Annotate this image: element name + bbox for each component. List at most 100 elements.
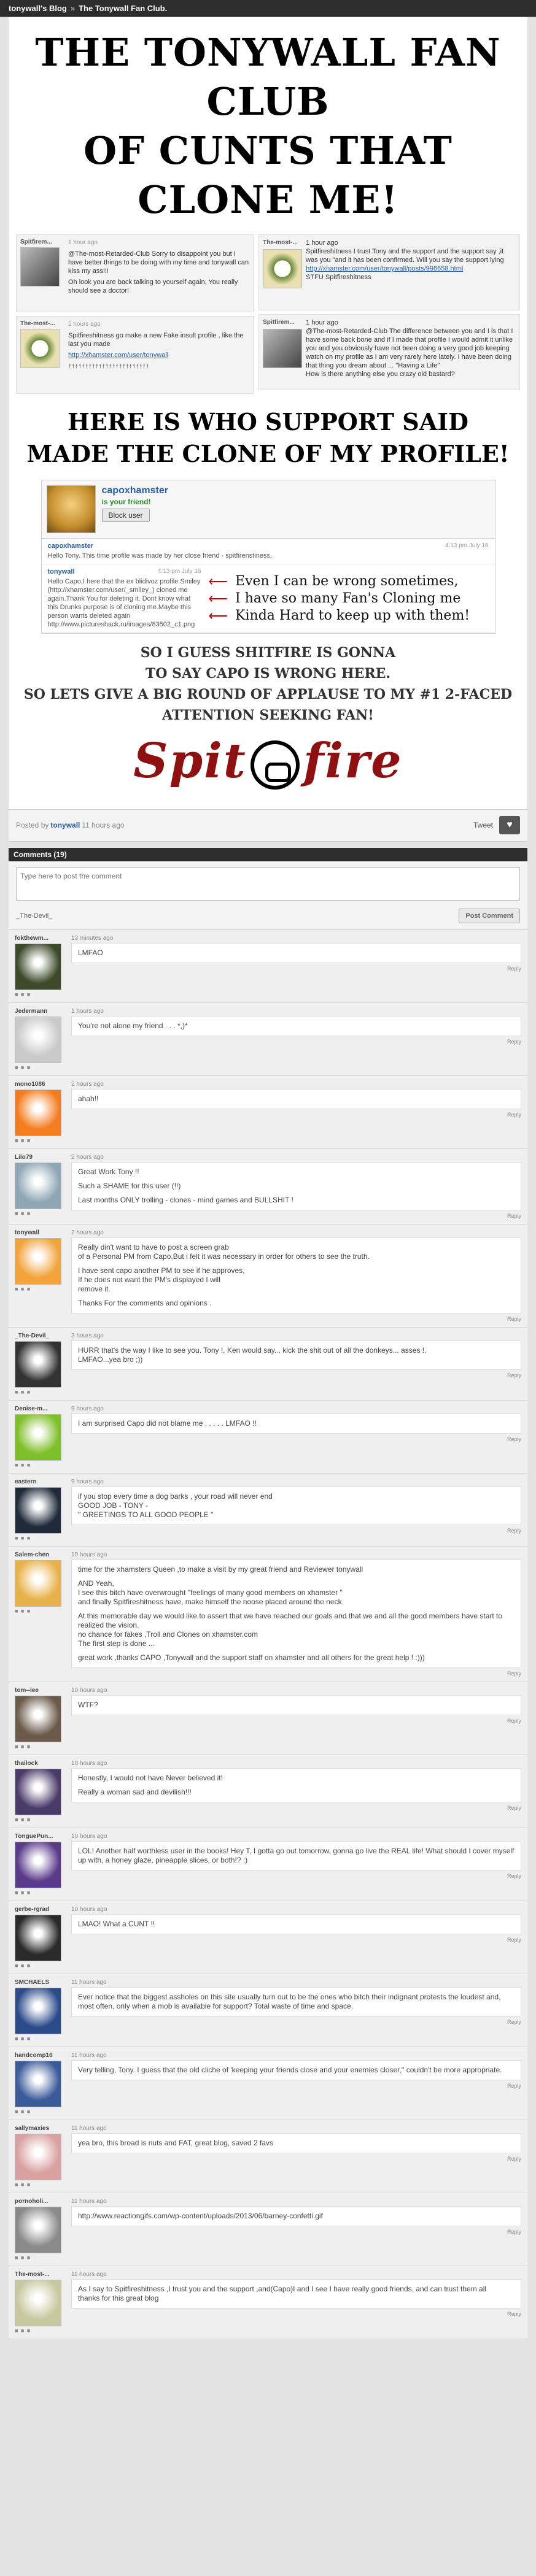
reply-link[interactable]: Reply — [71, 1671, 521, 1677]
comment-username[interactable]: SMCHAELS — [15, 1979, 64, 1986]
comment-avatar[interactable]: Denise-m... ■ ■ ■ — [15, 1405, 64, 1468]
comment-username[interactable]: Salem-chen — [15, 1551, 64, 1558]
comment-username[interactable]: Jedermann — [15, 1008, 64, 1015]
comment-line: If he does not want the PM's displayed I… — [78, 1275, 220, 1284]
comment-text: yea bro, this broad is nuts and FAT, gre… — [71, 2132, 521, 2153]
avatar-image[interactable] — [15, 1914, 61, 1961]
avatar-image[interactable] — [15, 1987, 61, 2034]
reply-link[interactable]: Reply — [71, 1528, 521, 1534]
reply-link[interactable]: Reply — [71, 1372, 521, 1378]
comment-username[interactable]: pornoholi... — [15, 2198, 64, 2205]
comment-avatar[interactable]: SMCHAELS ■ ■ ■ — [15, 1979, 64, 2042]
avatar-image[interactable] — [15, 2060, 61, 2107]
comment-avatar[interactable]: _The-Devil_ ■ ■ ■ — [15, 1332, 64, 1395]
snip-time: 2 hours ago — [68, 321, 101, 328]
comment-avatar[interactable]: Salem-chen ■ ■ ■ — [15, 1551, 64, 1677]
comment-username[interactable]: gerbe-rgrad — [15, 1906, 64, 1913]
comment-avatar[interactable]: handcomp16 ■ ■ ■ — [15, 2052, 64, 2115]
avatar-image[interactable] — [15, 1841, 61, 1888]
comment-avatar[interactable]: mono1086 ■ ■ ■ — [15, 1081, 64, 1144]
comment-username[interactable]: tom--lee — [15, 1687, 64, 1694]
comment-username[interactable]: eastern — [15, 1478, 64, 1485]
snip-avatar: The-most-... — [263, 239, 303, 306]
avatar-image[interactable] — [15, 1162, 61, 1209]
blog-link[interactable]: tonywall's Blog — [9, 4, 67, 13]
comment-username[interactable]: fokthewm... — [15, 935, 64, 942]
reply-link[interactable]: Reply — [71, 1805, 521, 1811]
comment-avatar[interactable]: tom--lee ■ ■ ■ — [15, 1687, 64, 1750]
comment-input[interactable] — [16, 867, 520, 901]
reply-link[interactable]: Reply — [71, 2083, 521, 2089]
reply-link[interactable]: Reply — [71, 1873, 521, 1879]
avatar-image[interactable] — [15, 1016, 61, 1063]
comment-username[interactable]: Lilo79 — [15, 1154, 64, 1161]
comment-avatar[interactable]: The-most-... ■ ■ ■ — [15, 2271, 64, 2334]
reply-link[interactable]: Reply — [71, 1937, 521, 1943]
reply-link[interactable]: Reply — [71, 1718, 521, 1724]
reply-link[interactable]: Reply — [71, 1436, 521, 1442]
comment-username[interactable]: The-most-... — [15, 2271, 64, 2278]
comment-avatar[interactable]: pornoholi... ■ ■ ■ — [15, 2198, 64, 2261]
avatar-image[interactable] — [15, 2206, 61, 2253]
avatar-image[interactable] — [15, 1413, 61, 1461]
avatar-image[interactable] — [15, 1559, 61, 1607]
tweet-button[interactable]: Tweet — [473, 821, 493, 829]
comment-avatar[interactable]: sallymaxies ■ ■ ■ — [15, 2125, 64, 2188]
comment-username[interactable]: Denise-m... — [15, 1405, 64, 1412]
reply-link[interactable]: Reply — [71, 966, 521, 972]
reply-link[interactable]: Reply — [71, 1316, 521, 1322]
comment-avatar[interactable]: tonywall ■ ■ ■ — [15, 1229, 64, 1322]
avatar-image[interactable] — [15, 2279, 61, 2326]
comment-username[interactable]: mono1086 — [15, 1081, 64, 1088]
comment-avatar[interactable]: Jedermann ■ ■ ■ — [15, 1008, 64, 1071]
comment-avatar[interactable]: eastern ■ ■ ■ — [15, 1478, 64, 1541]
snip-text: ↑↑↑↑↑↑↑↑↑↑↑↑↑↑↑↑↑↑↑↑↑↑↑↑ — [68, 363, 149, 370]
comment: The-most-... ■ ■ ■ 11 hours ago As I say to… — [9, 2266, 527, 2339]
avatar-image[interactable] — [15, 943, 61, 990]
heart-icon[interactable]: ♥ — [499, 816, 520, 834]
comment-username[interactable]: handcomp16 — [15, 2052, 64, 2059]
comment-username[interactable]: tonywall — [15, 1229, 64, 1236]
comment-line — [78, 1191, 515, 1196]
comment-avatar[interactable]: TonguePun... ■ ■ ■ — [15, 1833, 64, 1896]
comment-screenshot-row: Spitfirem... 1 hour ago @The-most-Retard… — [16, 234, 520, 394]
reply-link[interactable]: Reply — [71, 1112, 521, 1118]
comment-time: 11 hours ago — [71, 2124, 107, 2132]
closing-line: SO I GUESS SHITFIRE IS GONNA — [140, 645, 396, 661]
avatar-image[interactable] — [15, 1695, 61, 1742]
avatar-image[interactable] — [15, 1237, 61, 1285]
avatar-image[interactable] — [15, 1340, 61, 1388]
reply-link[interactable]: Reply — [71, 2311, 521, 2317]
comment-text: LOL! Another half worthless user in the … — [71, 1840, 521, 1870]
reply-link[interactable]: Reply — [71, 2156, 521, 2162]
reply-link[interactable]: Reply — [71, 2229, 521, 2235]
block-user-button: Block user — [101, 509, 150, 522]
comment-avatar[interactable]: Lilo79 ■ ■ ■ — [15, 1154, 64, 1219]
reply-link[interactable]: Reply — [71, 1039, 521, 1045]
comment-line: I see this bitch have overwrought "feeli… — [78, 1588, 343, 1597]
comment-avatar[interactable]: gerbe-rgrad ■ ■ ■ — [15, 1906, 64, 1969]
reply-link[interactable]: Reply — [71, 1213, 521, 1219]
avatar-image[interactable] — [15, 1768, 61, 1815]
comment: Denise-m... ■ ■ ■ 9 hours ago I am surprise… — [9, 1400, 527, 1474]
avatar-image[interactable] — [15, 1089, 61, 1136]
comment-time: 11 hours ago — [71, 2051, 107, 2059]
top-bar: tonywall's Blog » The Tonywall Fan Club. — [0, 0, 536, 17]
reply-link[interactable]: Reply — [71, 2019, 521, 2025]
status-icons: ■ ■ ■ — [15, 1816, 31, 1823]
post-comment-button[interactable]: Post Comment — [459, 908, 520, 923]
avatar-image[interactable] — [15, 2133, 61, 2180]
comment-avatar[interactable]: fokthewm... ■ ■ ■ — [15, 935, 64, 998]
comment-text: HURR that's the way I like to see you. T… — [71, 1340, 521, 1370]
avatar-image[interactable] — [15, 1486, 61, 1534]
comment-username[interactable]: _The-Devil_ — [15, 1332, 64, 1339]
comment-avatar[interactable]: thailock ■ ■ ■ — [15, 1760, 64, 1823]
comment-username[interactable]: sallymaxies — [15, 2125, 64, 2132]
comment-username[interactable]: thailock — [15, 1760, 64, 1767]
profile-name: capoxhamster — [101, 485, 169, 496]
comment-username[interactable]: TonguePun... — [15, 1833, 64, 1840]
note-line: Kinda Hard to keep up with them! — [235, 607, 470, 623]
comment-line: Really a woman sad and devilish!!! — [78, 1787, 192, 1796]
snip-text: Spitfireshitness go make a new Fake insu… — [68, 332, 244, 348]
author-link[interactable]: tonywall — [50, 821, 80, 829]
